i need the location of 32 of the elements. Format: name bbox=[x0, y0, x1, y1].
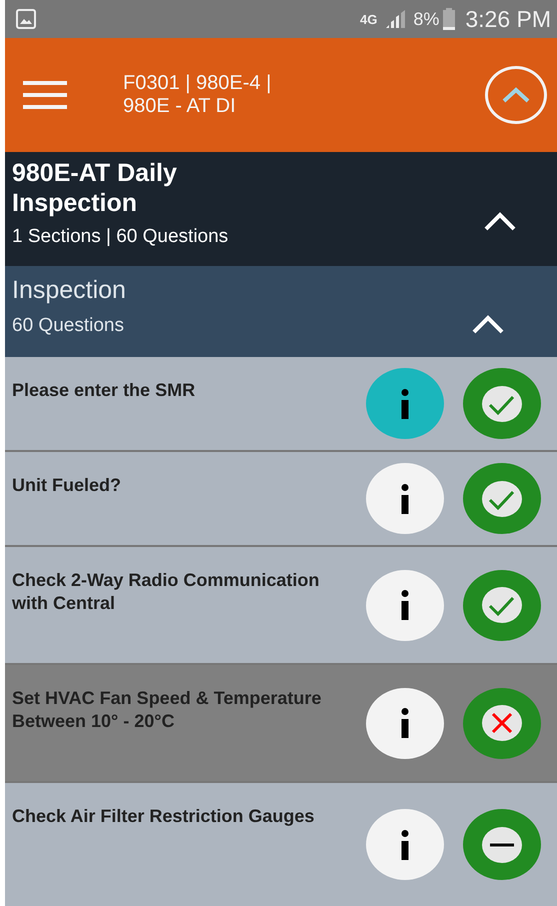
question-text: Set HVAC Fan Speed & Temperature Between 10° - 20°C bbox=[12, 687, 322, 733]
info-icon bbox=[400, 830, 410, 860]
section-header[interactable]: Inspection 60 Questions bbox=[5, 266, 557, 357]
question-text: Please enter the SMR bbox=[12, 379, 196, 402]
section-summary: 60 Questions bbox=[12, 315, 125, 337]
menu-icon[interactable] bbox=[23, 81, 67, 109]
check-icon bbox=[482, 386, 522, 422]
checklist-summary: 1 Sections | 60 Questions bbox=[12, 226, 230, 248]
info-icon bbox=[400, 708, 410, 738]
question-text: Check Air Filter Restriction Gauges bbox=[12, 805, 316, 828]
chevron-up-icon bbox=[501, 86, 531, 104]
checklist-title: 980E-AT Daily Inspection bbox=[12, 158, 178, 218]
minus-icon bbox=[482, 826, 522, 862]
clock: 3:26 PM bbox=[465, 6, 551, 32]
question-text: Unit Fueled? bbox=[12, 474, 122, 497]
info-icon bbox=[400, 484, 410, 514]
collapse-button[interactable] bbox=[485, 66, 547, 124]
app-title: F0301 | 980E-4 | 980E - AT DI bbox=[123, 72, 272, 118]
check-icon bbox=[482, 480, 522, 516]
check-icon bbox=[482, 587, 522, 623]
info-icon bbox=[400, 590, 410, 620]
section-title: Inspection bbox=[12, 276, 127, 305]
question-text: Check 2-Way Radio Communication with Central bbox=[12, 569, 320, 615]
battery-label: 8% bbox=[413, 8, 440, 30]
battery-icon bbox=[443, 8, 456, 30]
network-label: 4G bbox=[360, 12, 378, 26]
signal-icon bbox=[385, 9, 408, 29]
checklist-header[interactable]: 980E-AT Daily Inspection 1 Sections | 60 Questions bbox=[5, 152, 557, 266]
question-row[interactable]: Set HVAC Fan Speed & Temperature Between 10° - 20°C bbox=[5, 665, 557, 783]
image-icon bbox=[15, 8, 37, 30]
cross-icon bbox=[482, 705, 522, 741]
info-icon bbox=[400, 388, 410, 418]
